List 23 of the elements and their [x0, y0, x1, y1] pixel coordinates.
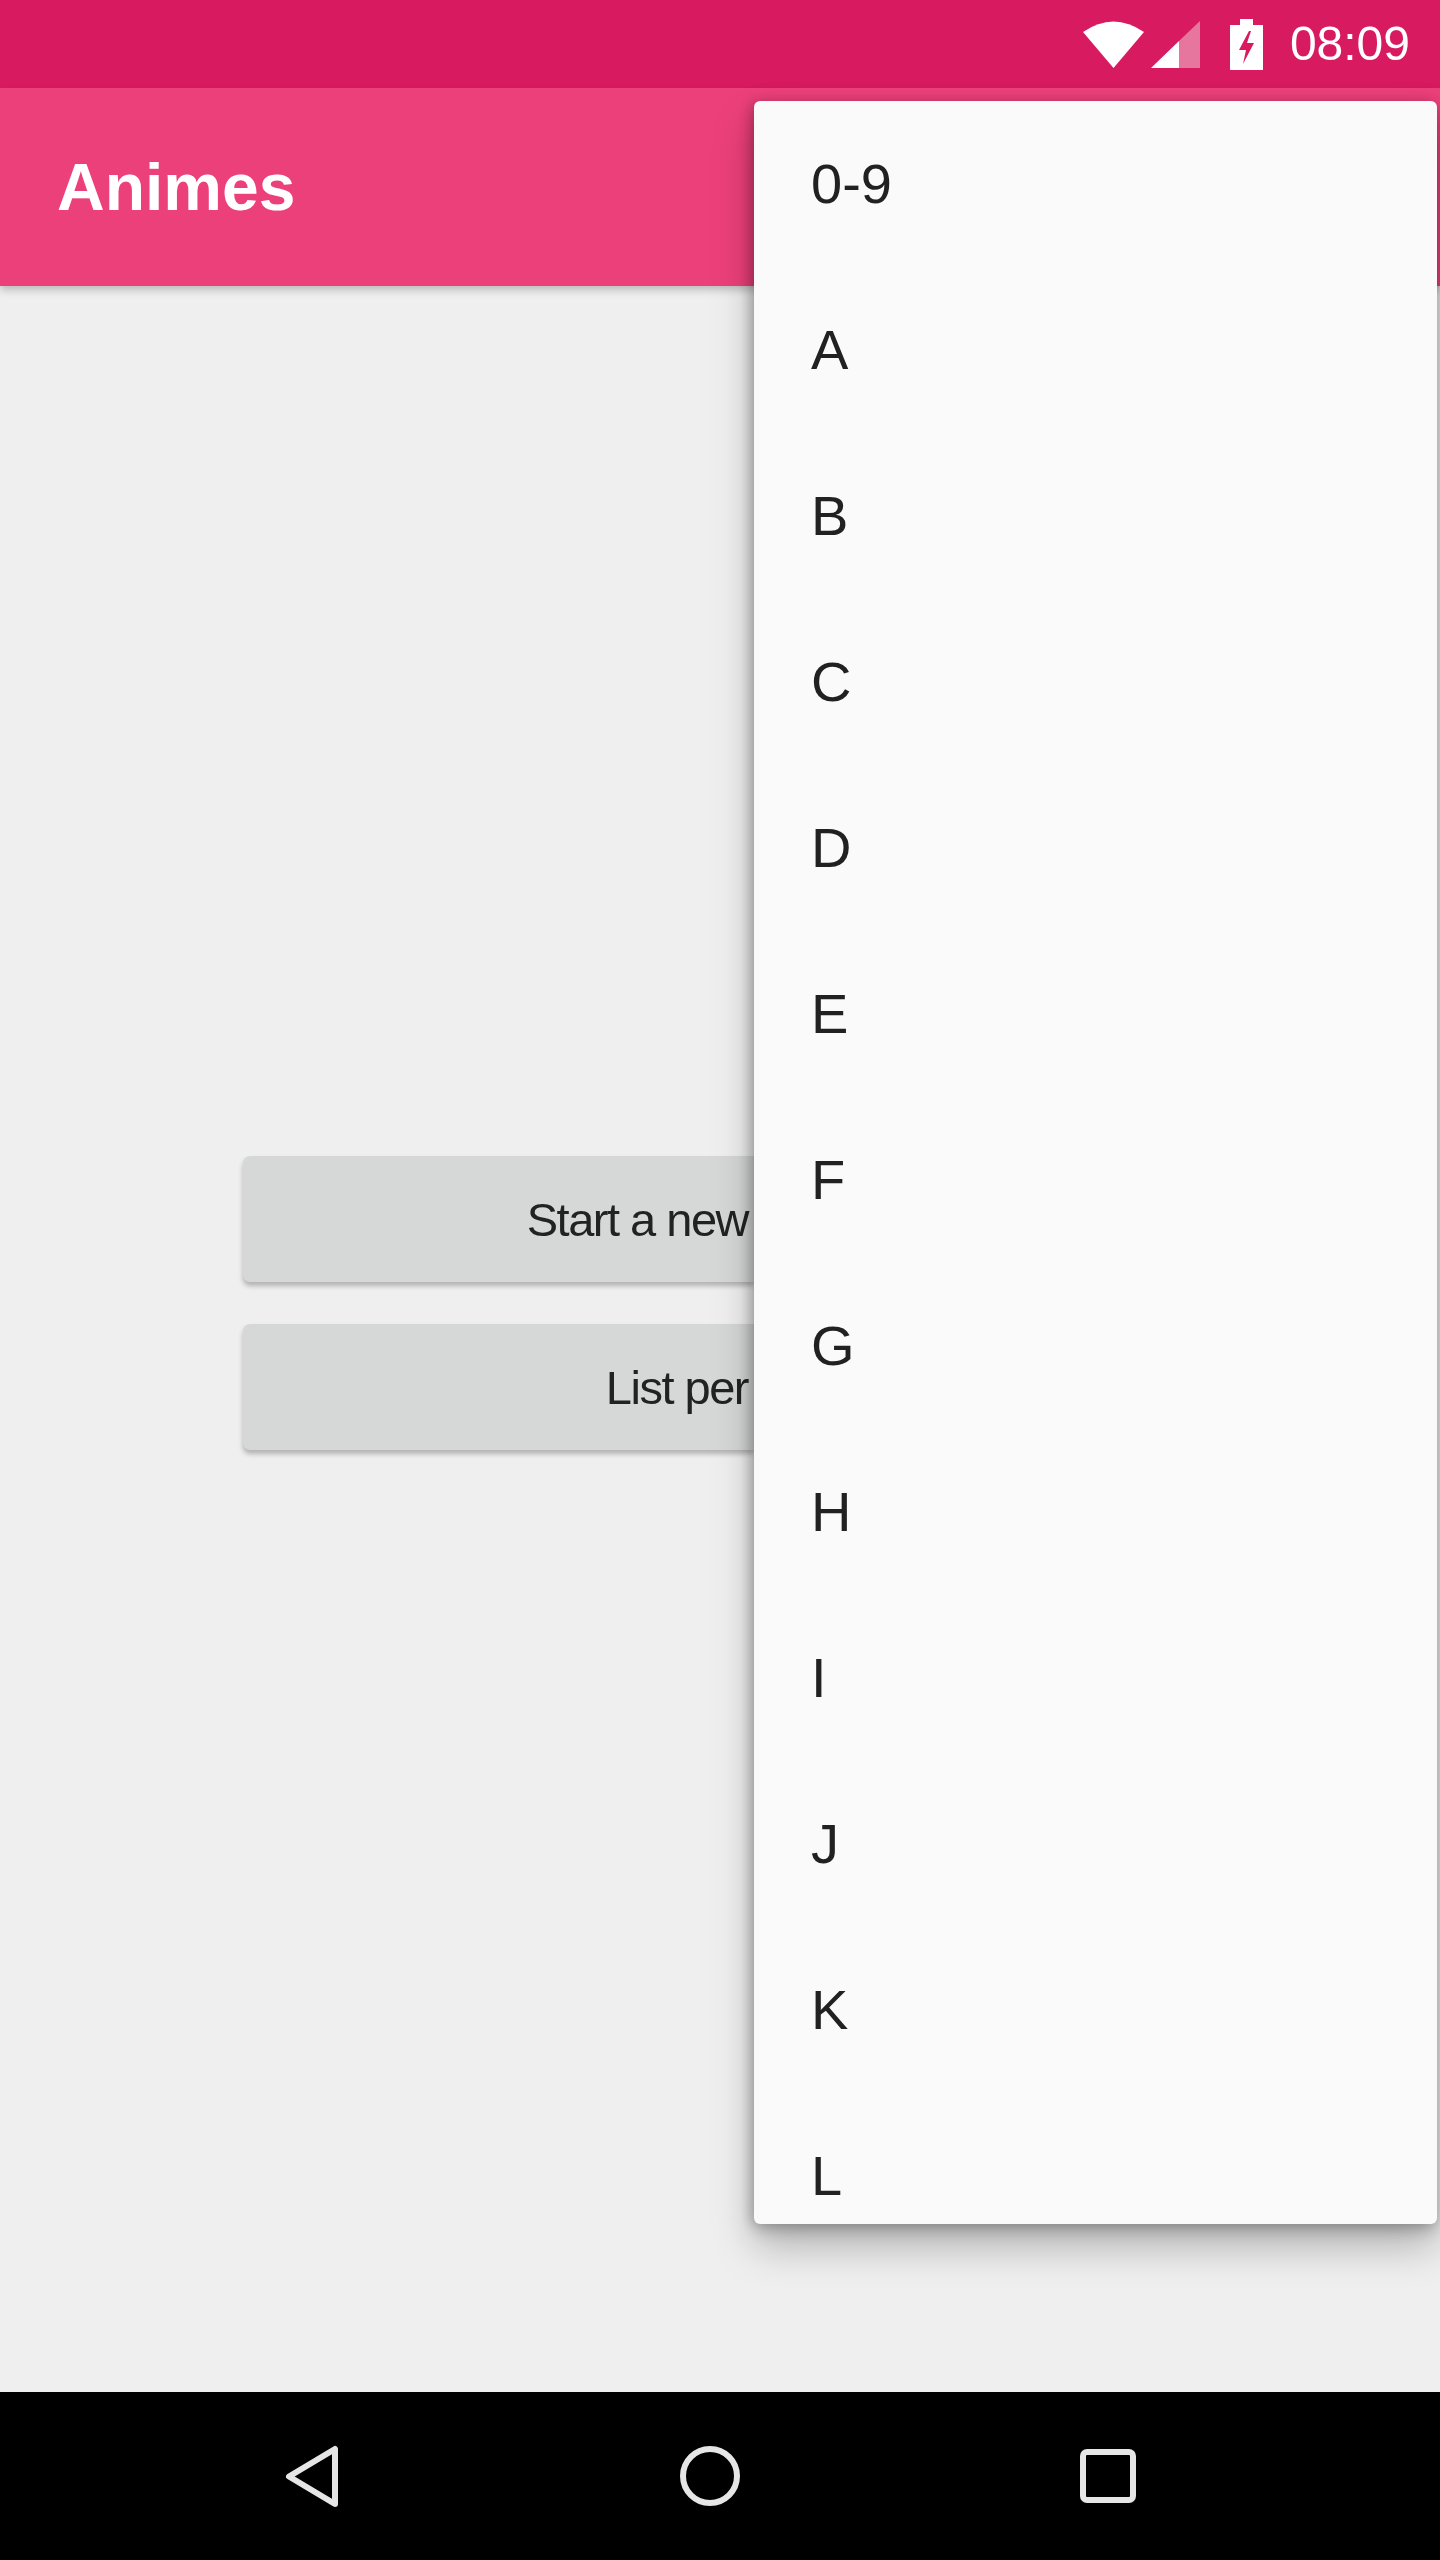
menu-item[interactable]: H	[754, 1429, 1437, 1595]
menu-item[interactable]: K	[754, 1927, 1437, 2093]
app-title: Animes	[57, 154, 296, 220]
menu-item[interactable]: J	[754, 1761, 1437, 1927]
back-icon[interactable]	[284, 2444, 340, 2508]
menu-item[interactable]: D	[754, 765, 1437, 931]
menu-item[interactable]: B	[754, 433, 1437, 599]
status-time: 08:09	[1289, 20, 1410, 68]
action-button[interactable]: List per	[243, 1324, 754, 1450]
menu-item[interactable]: G	[754, 1263, 1437, 1429]
menu-item[interactable]: L	[754, 2093, 1437, 2224]
wifi-icon	[1082, 20, 1144, 68]
recents-icon[interactable]	[1080, 2449, 1136, 2503]
menu-item[interactable]: E	[754, 931, 1437, 1097]
menu-item[interactable]: C	[754, 599, 1437, 765]
home-icon[interactable]	[680, 2446, 740, 2506]
menu-item[interactable]: I	[754, 1595, 1437, 1761]
action-button[interactable]: Start a new	[243, 1156, 754, 1282]
menu-item[interactable]: 0-9	[754, 101, 1437, 267]
menu-item[interactable]: F	[754, 1097, 1437, 1263]
menu-item[interactable]: A	[754, 267, 1437, 433]
battery-charging-icon	[1229, 18, 1263, 70]
signal-icon	[1150, 20, 1200, 68]
